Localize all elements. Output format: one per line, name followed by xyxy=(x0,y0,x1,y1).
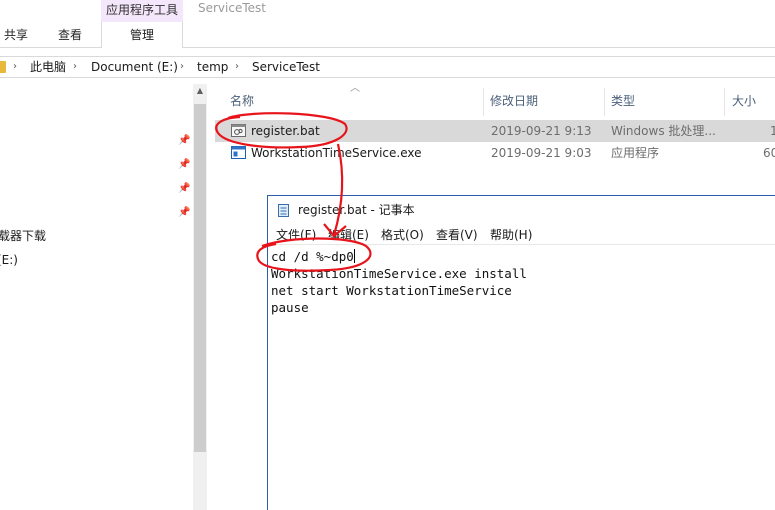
column-divider[interactable] xyxy=(604,88,605,116)
pin-icon[interactable]: 📌 xyxy=(178,159,190,171)
notepad-text-area[interactable]: cd /d %~dp0 WorkstationTimeService.exe i… xyxy=(269,248,775,510)
chevron-right-icon[interactable]: › xyxy=(180,59,184,75)
file-name[interactable]: register.bat xyxy=(251,123,320,139)
breadcrumb-servicetest[interactable]: ServiceTest xyxy=(252,59,320,75)
bat-file-icon xyxy=(231,124,246,137)
nav-scrollbar-thumb[interactable] xyxy=(194,104,206,452)
text-line-content: cd /d %~dp0 xyxy=(271,249,354,264)
folder-icon xyxy=(0,61,6,73)
tab-manage[interactable]: 管理 xyxy=(101,22,183,48)
file-size: 60 xyxy=(763,146,775,160)
pin-icon[interactable]: 📌 xyxy=(178,183,190,195)
text-line: pause xyxy=(271,300,309,315)
file-date: 2019-09-21 9:03 xyxy=(491,146,592,160)
pin-icon[interactable]: 📌 xyxy=(178,207,190,219)
column-divider[interactable] xyxy=(483,88,484,116)
window-title: ServiceTest xyxy=(198,1,266,15)
notepad-title: register.bat - 记事本 xyxy=(298,203,415,217)
breadcrumb-this-pc[interactable]: 此电脑 xyxy=(30,59,66,75)
notepad-menubar: 文件(F) 编辑(E) 格式(O) 查看(V) 帮助(H) xyxy=(268,225,775,245)
column-header-date[interactable]: 修改日期 xyxy=(490,91,538,111)
menu-format[interactable]: 格式(O) xyxy=(381,227,424,243)
file-row-workstation-exe[interactable]: WorkstationTimeService.exe 2019-09-21 9:… xyxy=(215,142,775,164)
text-line: cd /d %~dp0 xyxy=(271,248,775,265)
chevron-right-icon[interactable]: › xyxy=(235,59,239,75)
pin-icon[interactable]: 📌 xyxy=(178,135,190,147)
column-header-type[interactable]: 类型 xyxy=(611,91,635,111)
text-line: net start WorkstationTimeService xyxy=(271,283,512,298)
column-divider[interactable] xyxy=(724,88,725,116)
menu-file[interactable]: 文件(F) xyxy=(276,227,316,243)
tab-share[interactable]: 共享 xyxy=(4,26,28,44)
tab-view[interactable]: 查看 xyxy=(58,26,82,44)
breadcrumb-drive[interactable]: Document (E:) xyxy=(91,59,178,75)
notepad-icon xyxy=(278,204,289,217)
menu-help[interactable]: 帮助(H) xyxy=(490,227,532,243)
breadcrumb-temp[interactable]: temp xyxy=(197,59,228,75)
exe-file-icon xyxy=(231,146,246,159)
text-line: WorkstationTimeService.exe install xyxy=(271,266,527,281)
notepad-window[interactable]: register.bat - 记事本 文件(F) 编辑(E) 格式(O) 查看(… xyxy=(267,195,775,510)
file-date: 2019-09-21 9:13 xyxy=(491,124,592,138)
chevron-right-icon[interactable]: › xyxy=(13,59,17,75)
ribbon: 共享 查看 应用程序工具 管理 ServiceTest xyxy=(0,0,775,48)
file-size: 1 xyxy=(770,124,775,138)
column-header-size[interactable]: 大小 xyxy=(732,91,756,111)
nav-item-downloads[interactable]: 载器下载 xyxy=(0,228,46,244)
scroll-up-icon[interactable]: ▲ xyxy=(195,84,205,98)
nav-item-drive[interactable]: (E:) xyxy=(0,252,18,268)
file-name[interactable]: WorkstationTimeService.exe xyxy=(251,145,422,161)
sort-up-icon: ︿ xyxy=(350,83,360,94)
column-header-name[interactable]: 名称 xyxy=(230,91,254,111)
file-row-register-bat[interactable]: register.bat 2019-09-21 9:13 Windows 批处理… xyxy=(215,120,775,142)
file-type: 应用程序 xyxy=(611,146,660,160)
chevron-right-icon[interactable]: › xyxy=(73,59,77,75)
context-tab-header: 应用程序工具 xyxy=(101,0,183,24)
address-bar[interactable]: › 此电脑 › Document (E:) › temp › ServiceTe… xyxy=(0,56,775,78)
file-type: Windows 批处理... xyxy=(611,124,716,138)
menu-edit[interactable]: 编辑(E) xyxy=(328,227,369,243)
text-caret xyxy=(353,249,355,263)
menu-view[interactable]: 查看(V) xyxy=(436,227,478,243)
navigation-pane: 📌 📌 📌 📌 载器下载 (E:) xyxy=(0,80,210,510)
notepad-titlebar[interactable]: register.bat - 记事本 xyxy=(268,196,775,224)
